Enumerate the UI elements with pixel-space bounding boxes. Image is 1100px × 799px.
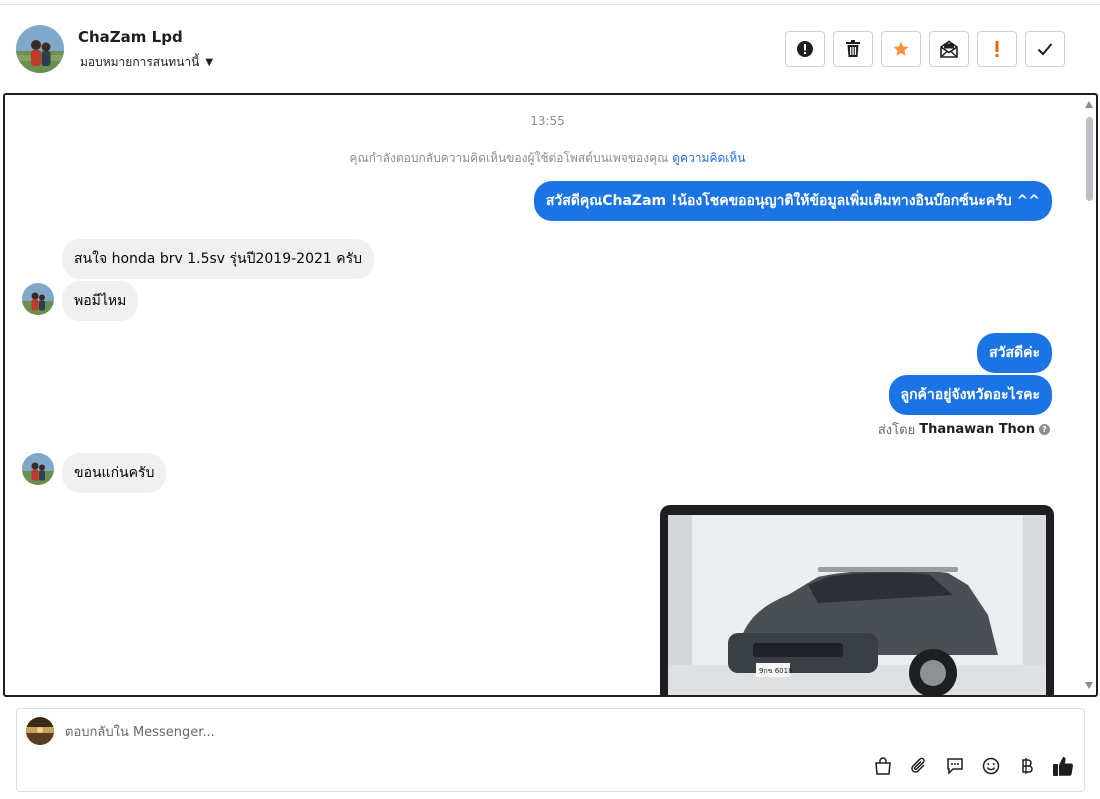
view-comment-link[interactable]: ดูความคิดเห็น [672,151,745,165]
message-bubble-outgoing[interactable]: สวัสดีคุณChaZam !น้องโชคขออนุญาติให้ข้อม… [533,181,1052,221]
message-bubble-incoming[interactable]: พอมีไหม [62,281,139,321]
paperclip-icon[interactable] [908,755,930,777]
reply-input[interactable] [65,719,765,745]
mark-spam-button[interactable] [785,31,825,67]
plate-text: 9กข 6018 [759,667,793,675]
emoji-icon[interactable] [980,755,1002,777]
thumbs-up-icon[interactable] [1052,755,1074,777]
scrollbar-thumb[interactable] [1086,117,1093,201]
composer-tools [872,755,1074,777]
customer-avatar [22,453,54,485]
star-icon [893,41,909,56]
car-image-attachment[interactable]: 9กข 6018 [660,505,1054,695]
caret-down-icon: ▼ [205,57,214,68]
message-timestamp: 13:55 [530,114,565,128]
delete-button[interactable] [833,31,873,67]
sent-by-prefix: ส่งโดย [877,423,916,438]
notice-text: คุณกำลังตอบกลับความคิดเห็นของผู้ใช้ต่อโพ… [349,151,669,165]
contact-avatar[interactable] [16,25,64,73]
comment-reply-notice: คุณกำลังตอบกลับความคิดเห็นของผู้ใช้ต่อโพ… [5,149,1090,168]
star-button[interactable] [881,31,921,67]
assign-conversation-dropdown[interactable]: มอบหมายการสนทนานี้ ▼ [80,53,213,72]
contact-name[interactable]: ChaZam Lpd [78,28,183,46]
payment-baht-icon[interactable] [1016,755,1038,777]
question-icon[interactable]: ? [1039,424,1050,435]
trash-icon [846,40,860,57]
sent-by-name: Thanawan Thon [919,422,1035,437]
message-bubble-outgoing[interactable]: สวัสดีค่ะ [977,333,1052,373]
message-bubble-incoming[interactable]: สนใจ honda brv 1.5sv รุ่นปี2019-2021 ครั… [62,239,375,279]
conversation-actions [785,31,1065,67]
thread-scrollbar[interactable] [1082,95,1096,695]
saved-replies-icon[interactable] [944,755,966,777]
assign-label: มอบหมายการสนทนานี้ [80,55,200,69]
mark-done-button[interactable] [1025,31,1065,67]
page-avatar [26,717,54,745]
exclamation-circle-icon [797,41,813,57]
conversation-header: ChaZam Lpd มอบหมายการสนทนานี้ ▼ [0,5,1100,93]
mark-unread-button[interactable] [929,31,969,67]
car-photo[interactable]: 9กข 6018 [668,515,1046,695]
sent-by-label: ส่งโดย Thanawan Thon ? [878,419,1050,440]
message-composer [16,708,1085,792]
envelope-icon [940,40,958,58]
scroll-down-icon[interactable] [1085,682,1093,689]
scroll-up-icon[interactable] [1085,101,1093,108]
check-icon [1037,43,1053,56]
message-bubble-outgoing[interactable]: ลูกค้าอยู่จังหวัดอะไรคะ [888,375,1052,415]
message-bubble-incoming[interactable]: ขอนแก่นครับ [62,453,167,493]
customer-avatar [22,283,54,315]
message-thread[interactable]: 13:55 คุณกำลังตอบกลับความคิดเห็นของผู้ใช… [3,93,1098,697]
follow-up-button[interactable] [977,31,1017,67]
shopping-bag-icon[interactable] [872,755,894,777]
exclamation-icon [995,41,999,57]
